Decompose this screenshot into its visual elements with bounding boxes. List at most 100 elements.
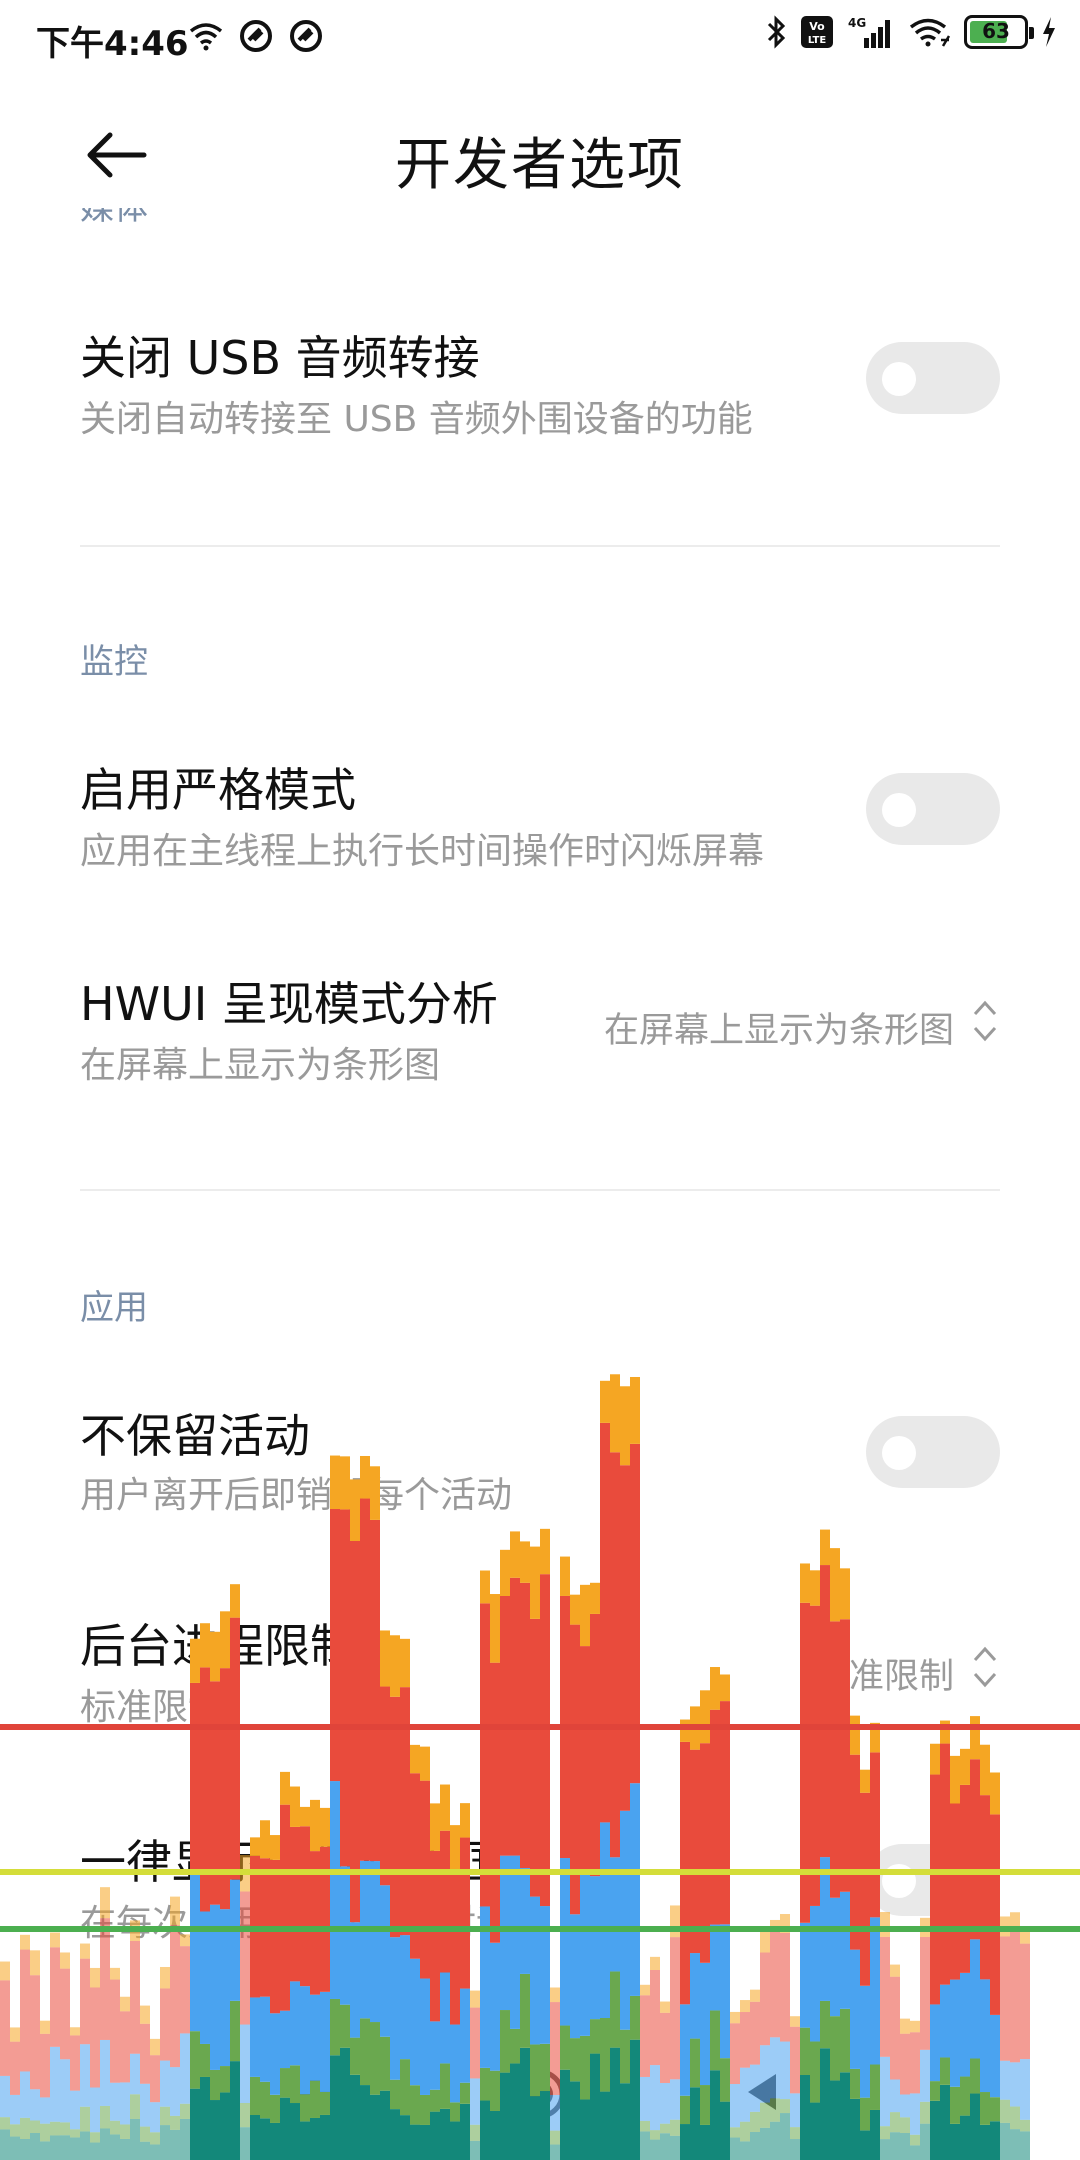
profile-bar-segment (840, 1891, 850, 2009)
profile-bar-segment (570, 1594, 580, 1625)
profile-bar-segment (400, 1638, 410, 1688)
chevron-up-down-icon (973, 1000, 997, 1042)
profile-bar-segment (470, 1990, 480, 2008)
profile-bar-segment (990, 1814, 1000, 2015)
profile-bar-segment (530, 1618, 540, 1897)
profile-bar-segment (940, 1720, 950, 1744)
profile-bar-segment (990, 1772, 1000, 1815)
profile-bar-segment (510, 1531, 520, 1578)
profile-bar-segment (620, 1810, 630, 2030)
profile-bar-segment (620, 1386, 630, 1466)
navigation-bar (0, 2030, 1080, 2160)
profile-bar-segment (120, 1996, 130, 2012)
profile-bar-segment (840, 1568, 850, 1620)
profile-bar-segment (540, 1528, 550, 1575)
profile-bar-segment (970, 1716, 980, 1760)
profile-bar-segment (820, 1565, 830, 1858)
back-nav-button[interactable] (742, 2070, 782, 2114)
profile-bar-segment (810, 1905, 820, 2042)
profile-bar-segment (420, 1746, 430, 1781)
profile-bar-segment (0, 1961, 10, 1981)
status-left-icons (188, 18, 324, 54)
setting-title: HWUI 呈现模式分析 (80, 977, 498, 1031)
profile-bar-segment (530, 1546, 540, 1619)
profile-bar-segment (280, 1771, 290, 1805)
profile-bar-segment (90, 1967, 100, 1988)
usb-audio-toggle[interactable] (866, 342, 1000, 414)
divider (80, 1189, 1000, 1191)
profile-bar-segment (710, 1709, 720, 1925)
profile-bar-segment (780, 1914, 790, 1933)
setting-title: 一律显示崩溃对话框 (80, 1835, 494, 1889)
profile-bar-segment (1020, 1927, 1030, 1944)
profile-bar-segment (700, 1743, 710, 1963)
setting-subtitle: 应用在主线程上执行长时间操作时闪烁屏幕 (80, 831, 765, 872)
setting-subtitle: 关闭自动转接至 USB 音频外围设备的功能 (80, 399, 753, 440)
profile-bar-segment (810, 1570, 820, 1606)
profile-bar-segment (440, 1784, 450, 1831)
profile-bar-segment (380, 1630, 390, 1687)
profile-bar-segment (920, 1917, 930, 1937)
profile-bar-segment (570, 1914, 580, 2039)
profile-bar-segment (860, 1769, 870, 1793)
profile-bar-segment (30, 1950, 40, 1976)
profile-bar-segment (650, 1956, 660, 1970)
section-label-monitoring: 监控 (80, 642, 148, 682)
profile-bar-segment (560, 1595, 570, 1859)
profile-bar-segment (610, 1857, 620, 1972)
profile-bar-segment (850, 1715, 860, 1755)
profile-bar-segment (410, 1744, 420, 1774)
profile-bar-segment (690, 1749, 700, 1954)
app-header: 开发者选项 (0, 80, 1080, 230)
profile-bar-segment (950, 1755, 960, 1804)
profile-bar-segment (620, 1465, 630, 1811)
profile-bar-segment (370, 1519, 380, 1862)
show-crash-dialog-toggle[interactable] (866, 1844, 1000, 1916)
divider (80, 545, 1000, 547)
profile-bar-segment (1010, 1912, 1020, 1930)
profile-bar-segment (590, 1613, 600, 1877)
status-bar: 下午4:46 Vo LTE 4G 63 (0, 0, 1080, 76)
status-time: 下午4:46 (36, 24, 189, 64)
profile-bar-segment (600, 1822, 610, 2018)
home-button[interactable] (512, 2066, 568, 2122)
setting-title: 启用严格模式 (80, 763, 356, 817)
profile-bar-segment (680, 1741, 690, 2005)
setting-title: 后台进程限制 (80, 1619, 356, 1673)
profile-bar-segment (730, 2011, 740, 2024)
recents-button[interactable] (296, 2070, 336, 2110)
status-right-icons: Vo LTE 4G 63 (766, 14, 1058, 50)
profile-bar-segment (500, 1595, 510, 1856)
profile-bar-segment (830, 1897, 840, 2017)
profile-bar-segment (740, 2000, 750, 2013)
profile-bar-segment (510, 1577, 520, 1856)
profile-bar-segment (870, 1722, 880, 1753)
background-limit-value[interactable]: 标准限制 (814, 1648, 954, 1699)
profile-bar-segment (800, 1563, 810, 1603)
wifi-icon (189, 23, 223, 51)
profile-bar-segment (580, 1646, 590, 1873)
profile-bar-segment (50, 1932, 60, 1948)
battery-icon: 63 (964, 15, 1034, 49)
profile-bar-segment (890, 1964, 900, 1977)
profile-bar-segment (490, 1594, 500, 1663)
profile-bar-segment (640, 1984, 650, 1996)
profile-bar-segment (570, 1624, 580, 1915)
hwui-selected-value[interactable]: 在屏幕上显示为条形图 (604, 1002, 954, 1053)
dont-keep-activities-toggle[interactable] (866, 1416, 1000, 1488)
profile-bar-segment (780, 1932, 790, 2042)
profile-bar-segment (290, 1786, 300, 1827)
profile-bar-segment (830, 1548, 840, 1622)
profile-bar-segment (580, 1872, 590, 2036)
setting-subtitle: 标准限制 (80, 1687, 225, 1728)
profile-bar-segment (680, 1719, 690, 1742)
strict-mode-toggle[interactable] (866, 773, 1000, 845)
vpn-key-icon (240, 20, 272, 52)
profile-bar-segment (140, 2005, 150, 2024)
profile-bar-segment (770, 1919, 780, 1932)
profile-bar-segment (60, 1952, 70, 1969)
svg-text:LTE: LTE (808, 35, 827, 46)
profile-bar-segment (930, 1743, 940, 1775)
profile-bar-segment (610, 1374, 620, 1453)
vpn-key-icon (290, 20, 322, 52)
